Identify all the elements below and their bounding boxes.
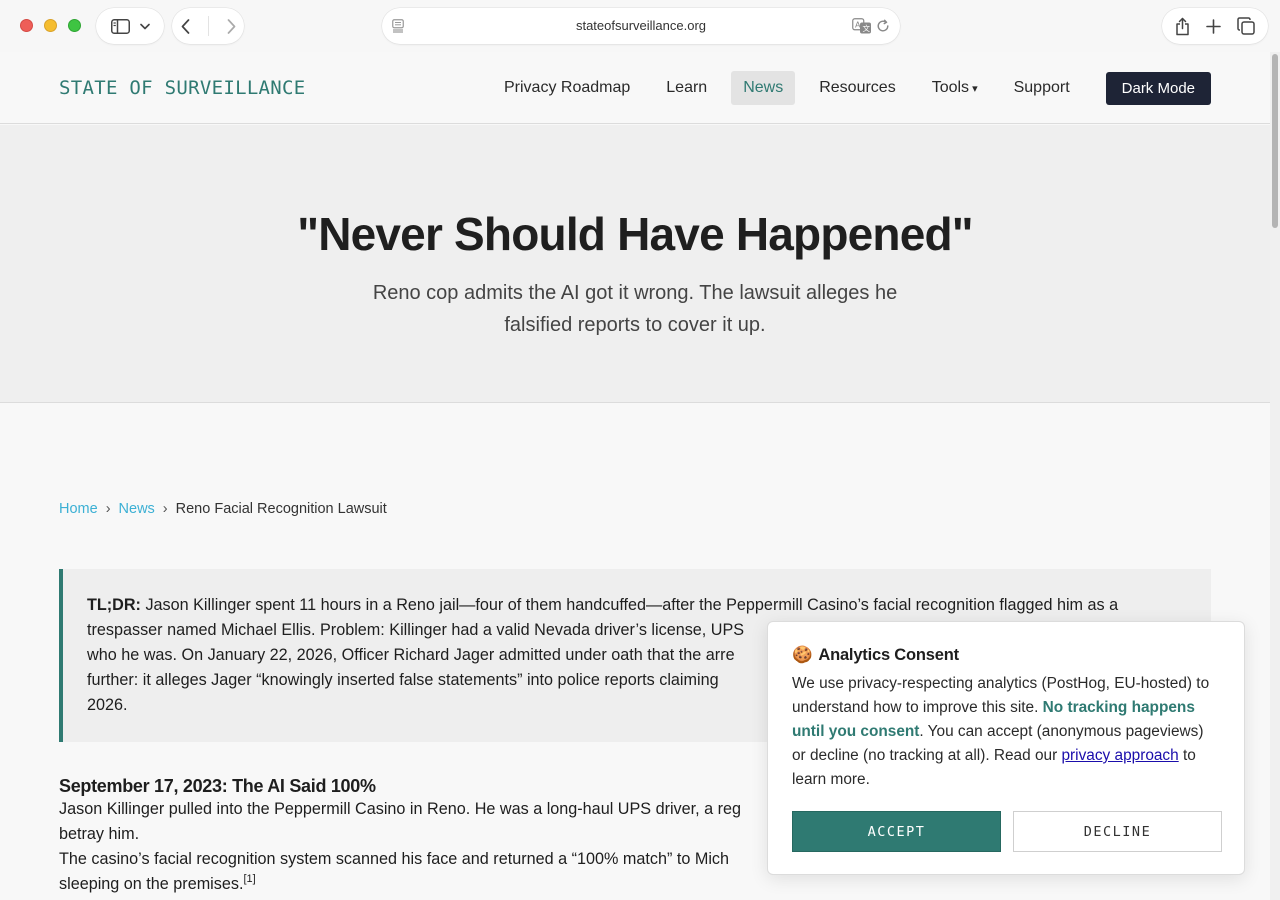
dark-mode-button[interactable]: Dark Mode (1105, 71, 1211, 105)
breadcrumb-separator: › (105, 501, 111, 517)
privacy-approach-link[interactable]: privacy approach (1061, 747, 1178, 764)
minimize-window-button[interactable] (44, 19, 57, 32)
accept-button[interactable]: ACCEPT (792, 811, 1001, 852)
breadcrumb: Home › News › Reno Facial Recognition La… (59, 501, 387, 517)
consent-buttons: ACCEPT DECLINE (792, 811, 1222, 852)
site-logo[interactable]: STATE OF SURVEILLANCE (59, 77, 306, 99)
consent-title: Analytics Consent (818, 646, 959, 664)
nav-divider (207, 16, 209, 36)
consent-message: We use privacy-respecting analytics (Pos… (792, 672, 1220, 792)
hero-section: "Never Should Have Happened" Reno cop ad… (0, 125, 1270, 403)
tldr-text: Jason Killinger spent 11 hours in a Reno… (145, 596, 1119, 614)
forward-arrow-icon[interactable] (227, 18, 236, 34)
nav-support[interactable]: Support (1002, 71, 1082, 105)
history-navigation (172, 8, 244, 44)
browser-toolbar: stateofsurveillance.org A文 (0, 0, 1280, 52)
breadcrumb-news[interactable]: News (119, 501, 155, 517)
page-subtitle: Reno cop admits the AI got it wrong. The… (372, 282, 898, 336)
caret-down-icon: ▾ (972, 83, 978, 95)
breadcrumb-home[interactable]: Home (59, 501, 98, 517)
window-controls (20, 19, 81, 32)
footnote-link[interactable]: [1] (243, 873, 255, 885)
nav-resources[interactable]: Resources (807, 71, 907, 105)
tldr-label: TL;DR: (87, 596, 141, 614)
nav-tools[interactable]: Tools ▾ (920, 71, 990, 105)
nav-privacy-roadmap[interactable]: Privacy Roadmap (492, 71, 642, 105)
new-tab-icon[interactable] (1206, 18, 1221, 34)
paragraph-line: sleeping on the premises.[1] (59, 872, 1211, 897)
zoom-window-button[interactable] (68, 19, 81, 32)
nav-tools-label: Tools (931, 79, 970, 96)
address-bar[interactable]: stateofsurveillance.org A文 (382, 8, 900, 44)
translate-icon[interactable]: A文 (852, 18, 872, 34)
svg-text:文: 文 (863, 23, 871, 33)
paragraph-text: sleeping on the premises. (59, 875, 244, 893)
back-arrow-icon[interactable] (181, 18, 190, 34)
nav-news[interactable]: News (731, 71, 796, 105)
nav-learn[interactable]: Learn (654, 71, 719, 105)
sidebar-icon (110, 18, 130, 34)
scrollbar-thumb[interactable] (1272, 54, 1278, 228)
main-nav: Privacy Roadmap Learn News Resources Too… (480, 71, 1211, 105)
close-window-button[interactable] (20, 19, 33, 32)
share-icon[interactable] (1175, 17, 1190, 36)
sidebar-toggle-button[interactable] (96, 8, 164, 44)
reload-icon[interactable] (876, 19, 890, 33)
cookie-icon: 🍪 (792, 646, 813, 664)
breadcrumb-current: Reno Facial Recognition Lawsuit (175, 501, 387, 517)
address-bar-actions: A文 (852, 18, 890, 34)
browser-actions (1162, 8, 1268, 44)
consent-title-row: 🍪 Analytics Consent (792, 646, 1220, 665)
url-text: stateofsurveillance.org (575, 18, 707, 33)
tab-overview-icon[interactable] (1237, 17, 1255, 35)
analytics-consent-dialog: 🍪 Analytics Consent We use privacy-respe… (767, 621, 1245, 875)
site-header: STATE OF SURVEILLANCE Privacy Roadmap Le… (0, 52, 1270, 124)
tldr-line: TL;DR: Jason Killinger spent 11 hours in… (87, 593, 1187, 618)
page-title: "Never Should Have Happened" (297, 208, 973, 260)
breadcrumb-separator: › (162, 501, 168, 517)
chevron-down-icon[interactable] (139, 23, 150, 30)
decline-button[interactable]: DECLINE (1013, 811, 1222, 852)
